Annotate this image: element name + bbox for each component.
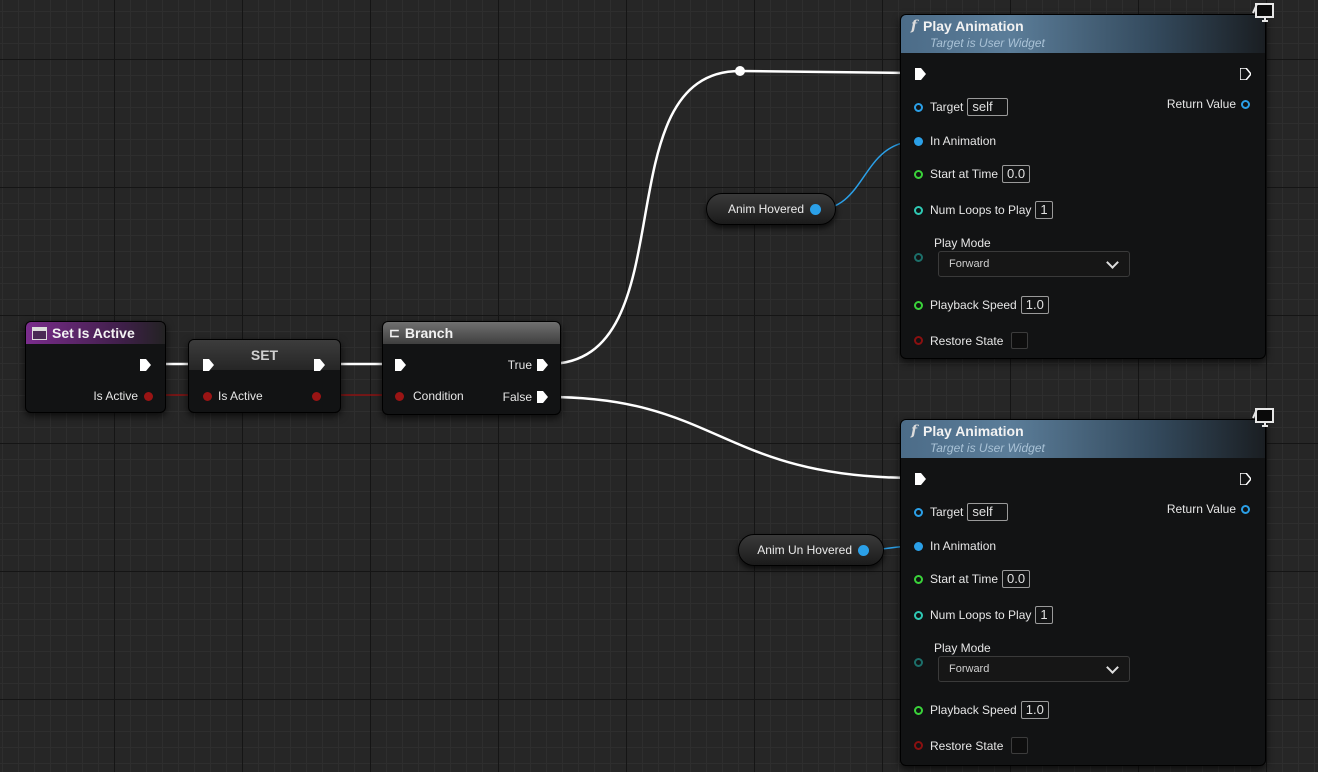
false-output-pin[interactable]: False: [503, 390, 548, 404]
playback-speed-input-pin[interactable]: Playback Speed 1.0: [914, 701, 1049, 719]
condition-input-pin[interactable]: Condition: [395, 389, 464, 403]
float-pin-icon: [914, 300, 923, 310]
branch-node[interactable]: ⊏ Branch True Condition False: [382, 321, 561, 415]
bool-pin-icon: [144, 391, 153, 401]
exec-in-pin[interactable]: [915, 68, 926, 80]
object-pin-icon[interactable]: [858, 544, 869, 556]
restore-state-checkbox[interactable]: [1011, 737, 1029, 754]
exec-out-icon: [537, 391, 548, 403]
target-input-pin[interactable]: Target self: [914, 503, 1009, 521]
play-mode-label: Play Mode: [934, 641, 991, 655]
bool-pin-icon: [395, 391, 404, 401]
bool-pin-icon: [914, 741, 923, 750]
widget-monitor-icon: [1252, 408, 1274, 427]
is-active-output-pin[interactable]: [312, 392, 321, 401]
start-at-time-input-pin[interactable]: Start at Time 0.0: [914, 570, 1031, 588]
node-title: Set Is Active: [52, 325, 135, 341]
play-mode-dropdown[interactable]: Forward: [938, 251, 1130, 277]
float-pin-icon: [914, 705, 923, 715]
function-icon: [32, 326, 47, 340]
anim-un-hovered-variable-node[interactable]: Anim Un Hovered: [738, 534, 884, 566]
target-value-field[interactable]: self: [967, 503, 1009, 521]
true-output-pin[interactable]: True: [508, 358, 548, 372]
playback-speed-input-pin[interactable]: Playback Speed 1.0: [914, 296, 1049, 314]
widget-monitor-icon: [1252, 3, 1274, 22]
node-header: ⊏ Branch: [383, 322, 560, 344]
exec-out-pin[interactable]: [1240, 68, 1251, 80]
int-pin-icon: [914, 205, 923, 215]
function-icon: f: [911, 18, 918, 34]
object-pin-icon: [914, 507, 923, 517]
node-header: Set Is Active: [26, 322, 165, 344]
chevron-down-icon: [1106, 660, 1119, 674]
restore-state-checkbox[interactable]: [1011, 332, 1029, 349]
bool-pin-icon: [203, 391, 212, 401]
node-title: Branch: [404, 325, 454, 341]
bool-pin-icon: [914, 336, 923, 345]
exec-out-pin[interactable]: [140, 359, 151, 371]
in-animation-input-pin[interactable]: In Animation: [914, 539, 996, 553]
start-at-time-input-pin[interactable]: Start at Time 0.0: [914, 165, 1031, 183]
target-input-pin[interactable]: Target self: [914, 98, 1009, 116]
num-loops-input-pin[interactable]: Num Loops to Play 1: [914, 201, 1053, 219]
exec-in-pin[interactable]: [203, 359, 214, 371]
exec-in-pin[interactable]: [395, 359, 406, 371]
enum-pin-icon: [914, 253, 923, 262]
function-icon: f: [911, 423, 918, 439]
play-animation-node-1[interactable]: f Play Animation Target is User Widget Ta…: [900, 3, 1274, 359]
int-pin-icon: [914, 610, 923, 620]
reroute-knot: [735, 66, 745, 76]
exec-out-pin[interactable]: [1240, 473, 1251, 485]
playback-speed-field[interactable]: 1.0: [1020, 296, 1049, 314]
enum-pin-icon: [914, 658, 923, 667]
in-animation-input-pin[interactable]: In Animation: [914, 134, 996, 148]
return-value-output-pin[interactable]: Return Value: [1167, 502, 1250, 516]
num-loops-field[interactable]: 1: [1035, 606, 1053, 624]
object-pin-icon: [914, 136, 923, 146]
play-mode-input-pin[interactable]: [914, 658, 923, 667]
node-title: SET: [250, 347, 279, 363]
exec-wire-false-to-play2: [547, 395, 917, 480]
play-mode-dropdown[interactable]: Forward: [938, 656, 1130, 682]
float-pin-icon: [914, 169, 923, 179]
float-pin-icon: [914, 574, 923, 584]
restore-state-input-pin[interactable]: Restore State: [914, 737, 1029, 754]
object-pin-icon: [914, 541, 923, 551]
target-value-field[interactable]: self: [967, 98, 1009, 116]
set-variable-node[interactable]: SET Is Active: [188, 339, 341, 413]
branch-icon: ⊏: [389, 325, 400, 340]
start-at-time-field[interactable]: 0.0: [1002, 165, 1031, 183]
anim-hovered-variable-node[interactable]: Anim Hovered: [706, 193, 836, 225]
exec-out-pin[interactable]: [314, 359, 325, 371]
start-at-time-field[interactable]: 0.0: [1002, 570, 1031, 588]
exec-out-icon: [537, 359, 548, 371]
restore-state-input-pin[interactable]: Restore State: [914, 332, 1029, 349]
node-header: f Play Animation Target is User Widget: [901, 15, 1265, 53]
play-mode-input-pin[interactable]: [914, 253, 923, 262]
play-animation-node-2[interactable]: f Play Animation Target is User Widget Ta…: [900, 408, 1274, 766]
num-loops-field[interactable]: 1: [1035, 201, 1053, 219]
exec-in-pin[interactable]: [915, 473, 926, 485]
set-is-active-event-node[interactable]: Set Is Active Is Active: [25, 321, 166, 413]
chevron-down-icon: [1106, 255, 1119, 269]
playback-speed-field[interactable]: 1.0: [1020, 701, 1049, 719]
node-header: f Play Animation Target is User Widget: [901, 420, 1265, 458]
object-pin-icon: [914, 102, 923, 112]
object-pin-icon[interactable]: [810, 203, 821, 215]
is-active-input-pin[interactable]: Is Active: [203, 389, 263, 403]
return-value-output-pin[interactable]: Return Value: [1167, 97, 1250, 111]
object-pin-icon: [1241, 99, 1250, 109]
play-mode-label: Play Mode: [934, 236, 991, 250]
num-loops-input-pin[interactable]: Num Loops to Play 1: [914, 606, 1053, 624]
object-pin-icon: [1241, 504, 1250, 514]
is-active-output-pin[interactable]: Is Active: [93, 389, 153, 403]
bool-pin-icon: [312, 392, 321, 401]
